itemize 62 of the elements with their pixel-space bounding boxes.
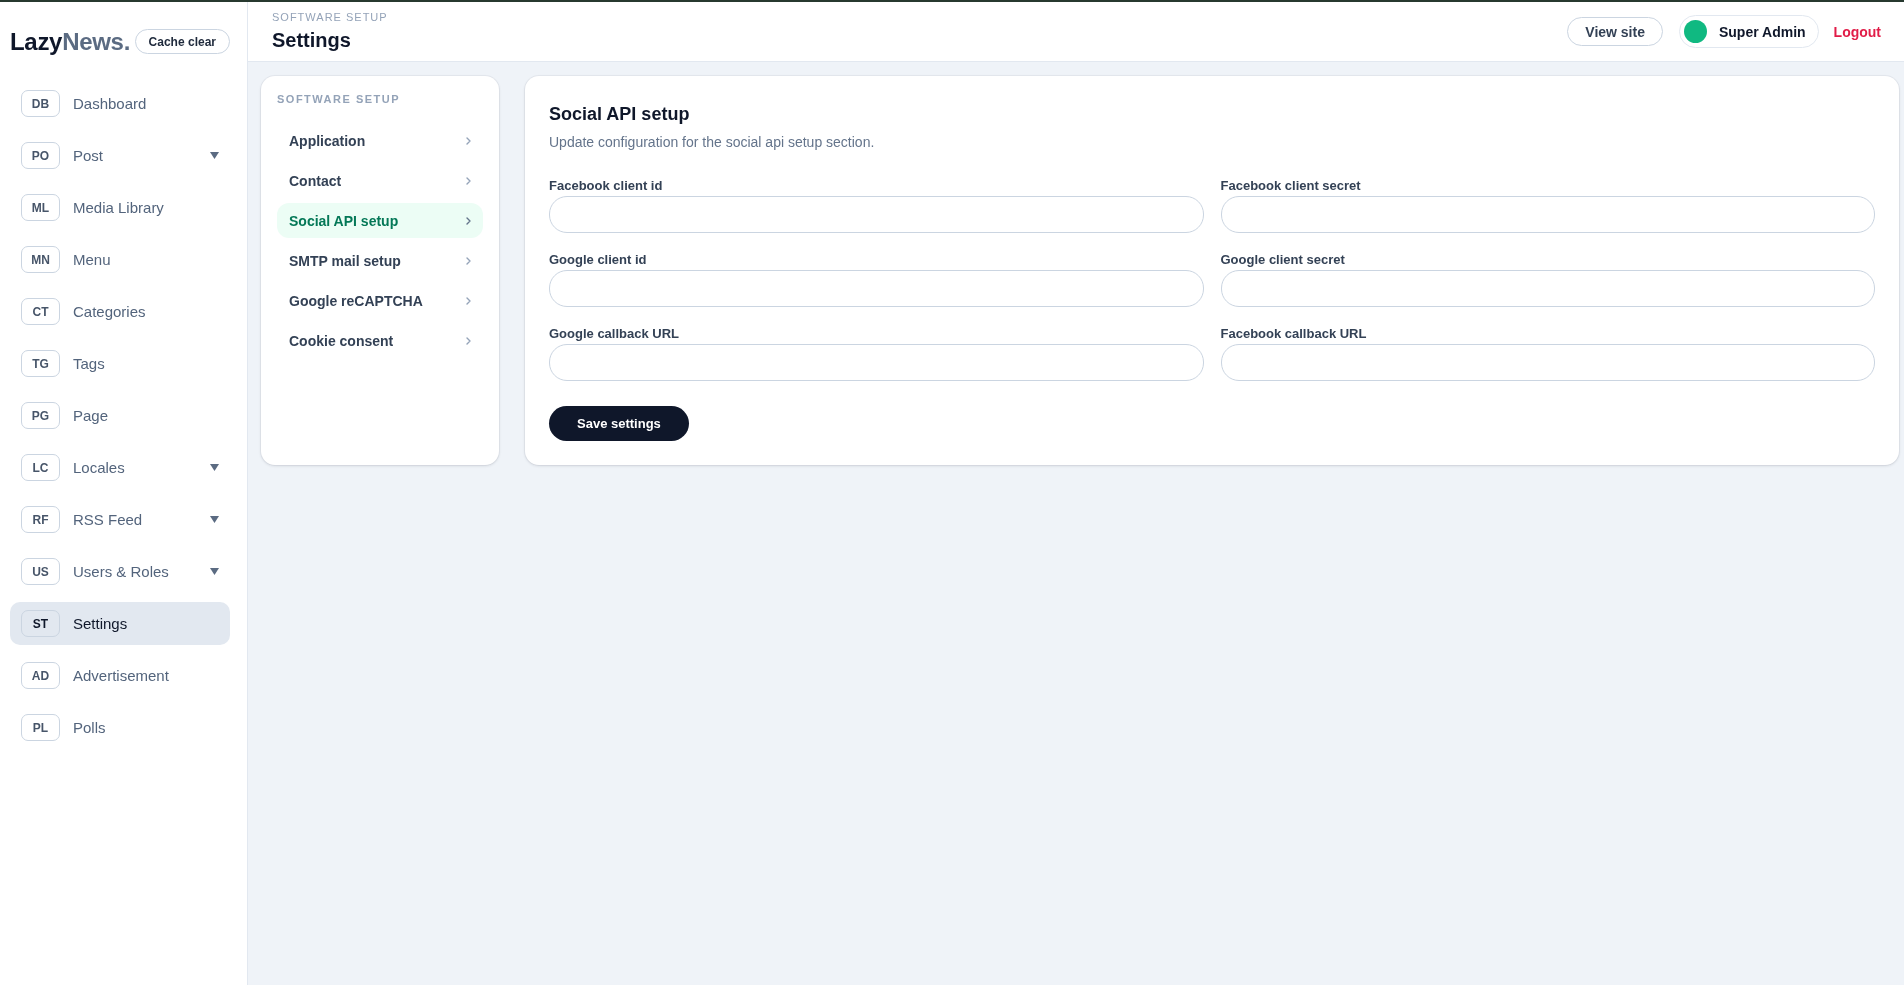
nav-badge: PL: [21, 714, 60, 741]
chevron-right-icon: [466, 296, 471, 305]
chevron-right-icon: [466, 176, 471, 185]
nav-badge: AD: [21, 662, 60, 689]
input-field[interactable]: [549, 196, 1204, 233]
view-site-button[interactable]: View site: [1567, 17, 1663, 46]
field-label: Facebook client secret: [1220, 177, 1361, 195]
sidebar-item[interactable]: PL Polls: [10, 706, 230, 749]
form-title: Social API setup: [549, 103, 690, 126]
nav-badge: LC: [21, 454, 60, 481]
sidebar-item[interactable]: MN Menu: [10, 238, 230, 281]
nav-badge: US: [21, 558, 60, 585]
settings-nav-item[interactable]: Google reCAPTCHA: [277, 283, 483, 318]
sidebar-item[interactable]: ML Media Library: [10, 186, 230, 229]
nav-badge: DB: [21, 90, 60, 117]
sidebar-item[interactable]: CT Categories: [10, 290, 230, 333]
nav-badge: ML: [21, 194, 60, 221]
input-field[interactable]: [1220, 196, 1875, 233]
nav-badge: ST: [21, 610, 60, 637]
sidebar-item[interactable]: RF RSS Feed: [10, 498, 230, 541]
chevron-right-icon: [466, 256, 471, 265]
page-eyebrow: SOFTWARE SETUP: [272, 10, 388, 24]
nav-badge: TG: [21, 350, 60, 377]
settings-nav-item[interactable]: Cookie consent: [277, 323, 483, 358]
nav-badge: RF: [21, 506, 60, 533]
sidebar-item[interactable]: DB Dashboard: [10, 82, 230, 125]
input-field[interactable]: [1220, 270, 1875, 307]
field-label: Google client secret: [1220, 251, 1345, 269]
input-field[interactable]: [549, 270, 1204, 307]
chevron-right-icon: [466, 216, 471, 225]
save-settings-button[interactable]: Save settings: [549, 406, 689, 441]
settings-nav-item[interactable]: Application: [277, 123, 483, 158]
nav-badge: PG: [21, 402, 60, 429]
field-label: Google callback URL: [549, 325, 680, 343]
panel-heading: SOFTWARE SETUP: [277, 92, 401, 106]
input-field[interactable]: [549, 344, 1204, 381]
sidebar-item[interactable]: ST Settings: [10, 602, 230, 645]
sidebar-item[interactable]: PG Page: [10, 394, 230, 437]
field-label: Facebook client id: [549, 177, 663, 195]
cache-clear-button[interactable]: Cache clear: [134, 29, 230, 54]
settings-nav-item[interactable]: SMTP mail setup: [277, 243, 483, 278]
sidebar-item[interactable]: PO Post: [10, 134, 230, 177]
page-title: Settings: [272, 28, 351, 52]
nav-badge: MN: [21, 246, 60, 273]
sidebar-item[interactable]: US Users & Roles: [10, 550, 230, 593]
form-description: Update configuration for the social api setup section.: [549, 133, 875, 152]
avatar-icon: [1683, 20, 1707, 43]
logout-link[interactable]: Logout: [1833, 23, 1881, 40]
settings-nav-item[interactable]: Contact: [277, 163, 483, 198]
input-field[interactable]: [1220, 344, 1875, 381]
nav-badge: CT: [21, 298, 60, 325]
logo: LazyNews.: [10, 29, 131, 54]
field-label: Facebook callback URL: [1220, 325, 1367, 343]
nav-badge: PO: [21, 142, 60, 169]
settings-nav-item[interactable]: Social API setup: [277, 203, 483, 238]
chevron-right-icon: [466, 136, 471, 145]
chevron-right-icon: [466, 336, 471, 345]
user-menu-button[interactable]: Super Admin: [1678, 15, 1819, 48]
sidebar-item[interactable]: AD Advertisement: [10, 654, 230, 697]
sidebar-item[interactable]: LC Locales: [10, 446, 230, 489]
field-label: Google client id: [549, 251, 647, 269]
sidebar-item[interactable]: TG Tags: [10, 342, 230, 385]
